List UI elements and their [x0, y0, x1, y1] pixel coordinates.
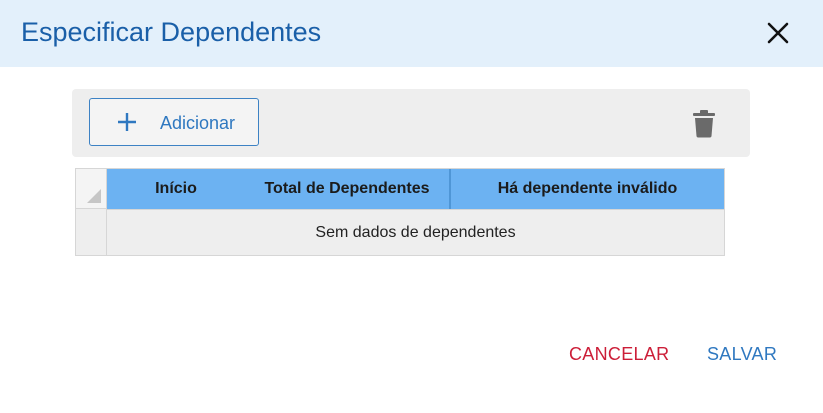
add-button[interactable]: Adicionar — [89, 98, 259, 146]
close-button[interactable] — [764, 19, 792, 47]
delete-button[interactable] — [692, 110, 716, 138]
add-button-label: Adicionar — [160, 113, 236, 133]
corner-triangle-icon — [87, 189, 101, 203]
dialog-title: Especificar Dependentes — [21, 17, 322, 47]
select-all-corner[interactable] — [76, 169, 107, 209]
column-header-label: Total de Dependentes — [264, 180, 430, 197]
close-icon — [767, 22, 789, 44]
specify-dependents-dialog: Especificar Dependentes Adicionar Início… — [0, 0, 823, 413]
empty-message: Sem dados de dependentes — [107, 209, 724, 255]
column-header-label: Há dependente inválido — [497, 180, 678, 197]
cancel-button[interactable]: CANCELAR — [569, 343, 669, 365]
grid-toolbar: Adicionar — [72, 89, 750, 157]
column-header-total-dependentes[interactable]: Total de Dependentes — [245, 169, 450, 209]
dependents-grid: Início Total de Dependentes Há dependent… — [75, 168, 725, 256]
plus-icon — [118, 113, 136, 131]
column-header-label: Início — [155, 180, 197, 197]
row-header — [76, 209, 107, 255]
trash-icon — [693, 110, 715, 138]
dialog-header: Especificar Dependentes — [0, 0, 823, 67]
column-header-inicio[interactable]: Início — [107, 169, 245, 209]
save-button[interactable]: SALVAR — [707, 343, 777, 365]
column-header-dependente-invalido[interactable]: Há dependente inválido — [450, 169, 724, 209]
